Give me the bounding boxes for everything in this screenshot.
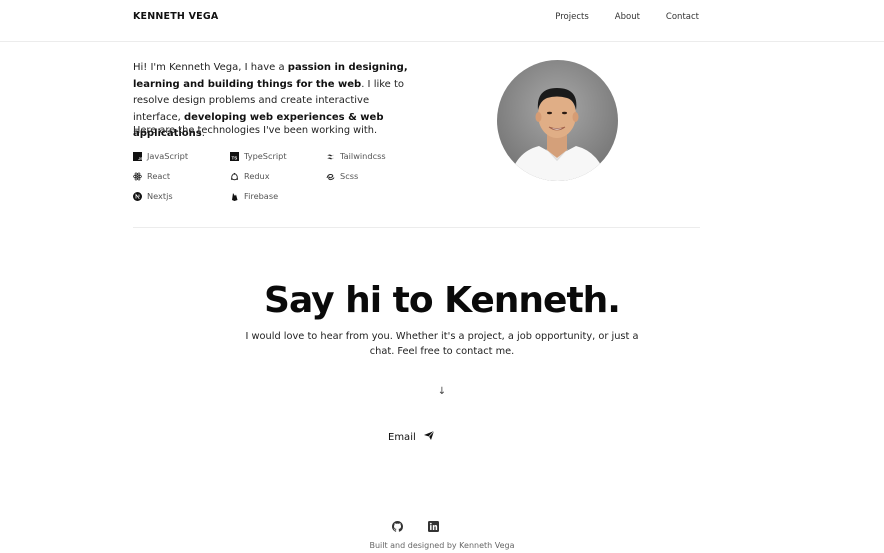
tech-item-redux: Redux	[230, 171, 270, 181]
tech-item-scss: Scss	[326, 171, 358, 181]
email-button[interactable]: Email	[388, 430, 434, 443]
github-icon[interactable]	[391, 520, 403, 532]
linkedin-icon[interactable]	[427, 520, 439, 532]
intro-text-1: Hi! I'm Kenneth Vega, I have a	[133, 62, 288, 73]
arrow-down-icon: ↓	[437, 386, 447, 397]
footer-credit: Built and designed by Kenneth Vega	[369, 541, 515, 550]
svg-text:TS: TS	[232, 155, 238, 160]
redux-icon	[230, 172, 239, 181]
tech-label: Redux	[244, 171, 270, 181]
social-links	[391, 520, 439, 532]
tech-label: JavaScript	[147, 151, 189, 161]
brand-logo-text[interactable]: KENNETH VEGA	[133, 11, 218, 22]
technologies-heading: Here are the technologies I've been work…	[133, 125, 378, 136]
contact-heading: Say hi to Kenneth.	[264, 280, 621, 321]
tech-item-firebase: Firebase	[230, 191, 278, 201]
email-label: Email	[388, 431, 416, 443]
tech-item-typescript: TS TypeScript	[230, 151, 287, 161]
tech-item-nextjs: Nextjs	[133, 191, 173, 201]
tech-label: TypeScript	[244, 151, 287, 161]
svg-text:JS: JS	[138, 156, 142, 161]
javascript-icon: JS	[133, 151, 142, 161]
profile-photo	[497, 60, 618, 181]
tech-label: Scss	[340, 171, 359, 181]
section-divider	[133, 227, 700, 228]
tailwind-icon	[326, 152, 335, 161]
tech-item-tailwind: Tailwindcss	[326, 151, 386, 161]
firebase-icon	[230, 192, 239, 201]
contact-subtext: I would love to hear from you. Whether i…	[245, 331, 639, 357]
avatar	[497, 60, 618, 181]
top-navbar: KENNETH VEGA Projects About Contact	[0, 0, 884, 42]
nextjs-icon	[133, 191, 142, 201]
react-icon	[133, 172, 142, 181]
nav-link-contact[interactable]: Contact	[666, 12, 699, 22]
typescript-icon: TS	[230, 151, 239, 161]
paper-plane-icon	[423, 430, 434, 443]
tech-label: React	[147, 171, 171, 181]
tech-label: Nextjs	[147, 191, 173, 201]
tech-item-javascript: JS JavaScript	[133, 151, 188, 161]
tech-item-react: React	[133, 171, 170, 181]
tech-label: Tailwindcss	[340, 151, 386, 161]
nav-links: Projects About Contact	[555, 12, 699, 22]
tech-label: Firebase	[244, 191, 279, 201]
nav-link-about[interactable]: About	[615, 12, 640, 22]
nav-link-projects[interactable]: Projects	[555, 12, 589, 22]
sass-icon	[326, 172, 335, 181]
